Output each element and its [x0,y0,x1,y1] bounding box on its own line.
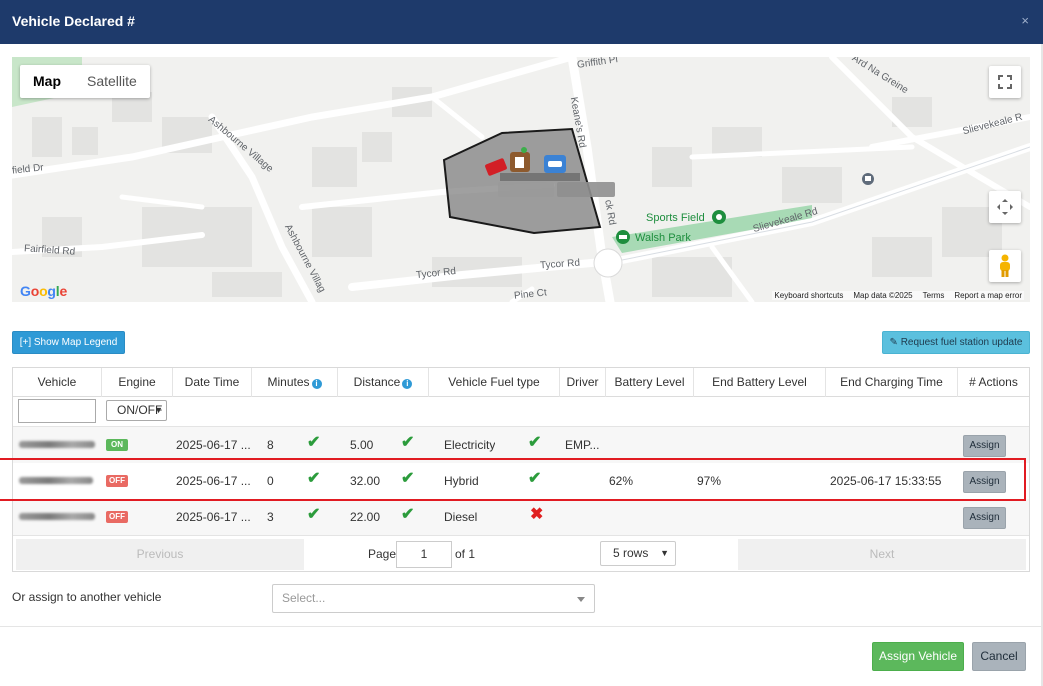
fuel-type-cell: Electricity [444,438,496,452]
info-icon[interactable]: i [402,379,413,389]
fullscreen-icon[interactable] [989,66,1021,98]
driver-cell: EMP... [565,438,600,452]
col-header-driver[interactable]: Driver [560,368,606,397]
minutes-cell: 3 [267,510,274,524]
assign-button[interactable]: Assign [963,435,1006,457]
check-icon: ✔ [401,434,415,451]
pegman-icon[interactable] [989,250,1021,282]
camera-control-icon[interactable] [989,191,1021,223]
check-icon: ✔ [401,470,415,487]
col-header-battery[interactable]: Battery Level [606,368,694,397]
map-type-satellite[interactable]: Satellite [74,65,150,98]
map-data-text: Map data ©2025 [853,291,913,300]
filter-row: ON/OFF ▼ [13,397,1029,427]
check-icon: ✔ [401,506,415,523]
poi-label: Sports Field [646,212,705,224]
check-icon: ✔ [528,434,542,451]
end-battery-level-cell: 97% [697,474,722,488]
col-header-minutes[interactable]: Minutes i [252,368,338,397]
pencil-icon: ✎ [889,337,898,348]
check-icon: ✔ [528,470,542,487]
distance-cell: 5.00 [350,438,374,452]
vehicle-name-redacted [19,477,93,484]
vehicle-select-placeholder: Select... [282,591,326,605]
vehicle-name-redacted [19,513,95,520]
caret-down-icon [577,597,585,602]
battery-level-cell: 62% [609,474,634,488]
poi-label: Walsh Park [635,232,691,244]
col-header-distance[interactable]: Distance i [338,368,429,397]
distance-label: Distance [353,375,401,389]
ev-charger-icon [544,155,566,173]
map-canvas [12,57,1030,302]
end-charging-time-cell: 2025-06-17 15:33:55 [830,474,942,488]
previous-page-button[interactable]: Previous [16,539,304,570]
fuel-type-cell: Diesel [444,510,478,524]
request-fuel-station-update-button[interactable]: ✎ Request fuel station update [882,331,1030,354]
engine-badge: OFF [106,511,128,523]
chevron-down-icon: ▼ [154,405,163,415]
rows-per-page-value: 5 rows [613,546,649,560]
show-map-legend-button[interactable]: [+] Show Map Legend [12,331,125,354]
map-type-control: Map Satellite [20,65,150,98]
next-page-button[interactable]: Next [738,539,1026,570]
assign-button[interactable]: Assign [963,471,1006,493]
table-header: Vehicle Engine Date Time Minutes i Distan… [13,368,1029,397]
col-header-vehicle[interactable]: Vehicle [13,368,102,397]
assign-button[interactable]: Assign [963,507,1006,529]
distance-cell: 22.00 [350,510,381,524]
report-error-link[interactable]: Report a map error [954,291,1022,300]
col-header-datetime[interactable]: Date Time [173,368,252,397]
col-header-fuel-type[interactable]: Vehicle Fuel type [429,368,560,397]
chevron-down-icon: ▼ [660,548,669,558]
vehicle-select[interactable]: Select... [272,584,595,613]
pagination: Previous Page 1 of 1 5 rows ▼ Next [13,535,1029,572]
distance-cell: 32.00 [350,474,381,488]
map[interactable]: Griffith Pl Ard Na Greine Slievekeale R … [12,57,1030,302]
terms-link[interactable]: Terms [923,291,945,300]
bus-stop-icon [862,173,874,185]
engine-badge: ON [106,439,128,451]
cross-icon: ✖ [530,506,544,523]
assign-vehicle-button[interactable]: Assign Vehicle [872,642,964,671]
vehicle-filter-input[interactable] [18,399,96,423]
map-footer: Keyboard shortcuts Map data ©2025 Terms … [772,291,1024,300]
col-header-end-battery[interactable]: End Battery Level [694,368,826,397]
col-header-actions: # Actions [969,375,1018,389]
rows-per-page-select[interactable]: 5 rows ▼ [600,541,676,566]
vehicle-name-redacted [19,441,95,448]
check-icon: ✔ [307,470,321,487]
minutes-label: Minutes [267,375,310,389]
fuel-type-cell: Hybrid [444,474,479,488]
engine-filter-select[interactable]: ON/OFF ▼ [106,400,167,421]
modal-header: Vehicle Declared # × [0,0,1043,44]
check-icon: ✔ [307,434,321,451]
close-icon[interactable]: × [1021,13,1029,28]
page-total-label: of 1 [455,547,476,561]
google-logo: Google [20,283,68,299]
page-label: Page [368,547,397,561]
keyboard-shortcuts-link[interactable]: Keyboard shortcuts [774,291,843,300]
col-header-end-charging[interactable]: End Charging Time [826,368,958,397]
col-header-engine[interactable]: Engine [102,368,173,397]
check-icon: ✔ [307,506,321,523]
engine-badge: OFF [106,475,128,487]
table-row[interactable]: OFF 2025-06-17 ... 0 ✔ 32.00 ✔ Hybrid ✔ … [13,463,1029,499]
datetime-cell: 2025-06-17 ... [176,510,251,524]
vehicle-table: Vehicle Engine Date Time Minutes i Distan… [12,367,1030,572]
minutes-cell: 8 [267,438,274,452]
datetime-cell: 2025-06-17 ... [176,474,251,488]
cancel-button[interactable]: Cancel [972,642,1026,671]
datetime-cell: 2025-06-17 ... [176,438,251,452]
table-row[interactable]: ON 2025-06-17 ... 8 ✔ 5.00 ✔ Electricity… [13,427,1029,463]
modal-title: Vehicle Declared # [12,13,135,29]
page-number-input[interactable]: 1 [396,541,452,568]
map-type-map[interactable]: Map [20,65,74,98]
table-row[interactable]: OFF 2025-06-17 ... 3 ✔ 22.00 ✔ Diesel ✖ … [13,499,1029,535]
request-update-label: Request fuel station update [900,337,1023,348]
minutes-cell: 0 [267,474,274,488]
assign-other-label: Or assign to another vehicle [12,590,162,604]
footer-divider [0,626,1041,627]
info-icon[interactable]: i [311,379,322,389]
